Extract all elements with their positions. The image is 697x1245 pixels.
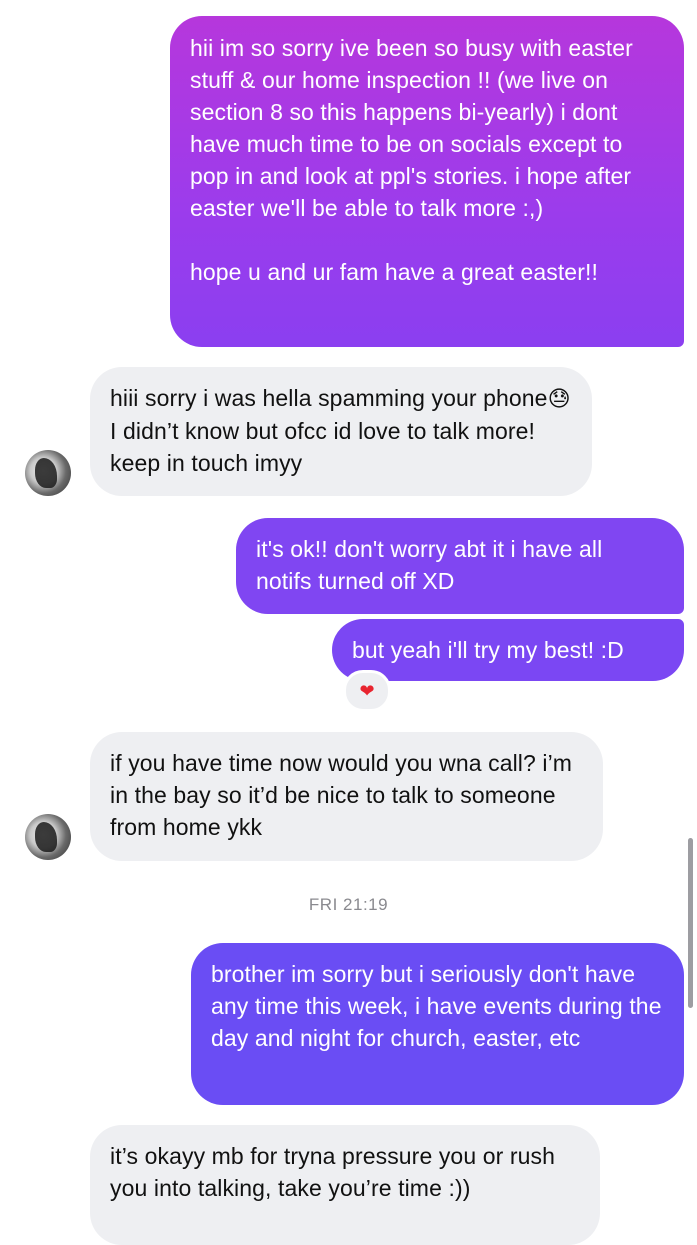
outgoing-message[interactable]: but yeah i'll try my best! :D	[332, 619, 684, 681]
contact-avatar[interactable]	[25, 814, 71, 860]
message-text: hiii sorry i was hella spamming your pho…	[110, 385, 548, 411]
message-text: I didn’t know but ofcc id love to talk m…	[110, 418, 535, 476]
incoming-message[interactable]: if you have time now would you wna call?…	[90, 732, 603, 861]
heart-reaction-icon[interactable]: ❤	[343, 670, 391, 712]
outgoing-message[interactable]: brother im sorry but i seriously don't h…	[191, 943, 684, 1105]
message-timestamp: FRI 21:19	[308, 895, 389, 914]
incoming-message[interactable]: it’s okayy mb for tryna pressure you or …	[90, 1125, 600, 1245]
sweat-emoji: 😓	[547, 386, 571, 411]
outgoing-message[interactable]: hii im so sorry ive been so busy with ea…	[170, 16, 684, 347]
incoming-message[interactable]: hiii sorry i was hella spamming your pho…	[90, 367, 592, 496]
scrollbar[interactable]	[688, 838, 693, 1008]
contact-avatar[interactable]	[25, 450, 71, 496]
outgoing-message[interactable]: it's ok!! don't worry abt it i have all …	[236, 518, 684, 614]
